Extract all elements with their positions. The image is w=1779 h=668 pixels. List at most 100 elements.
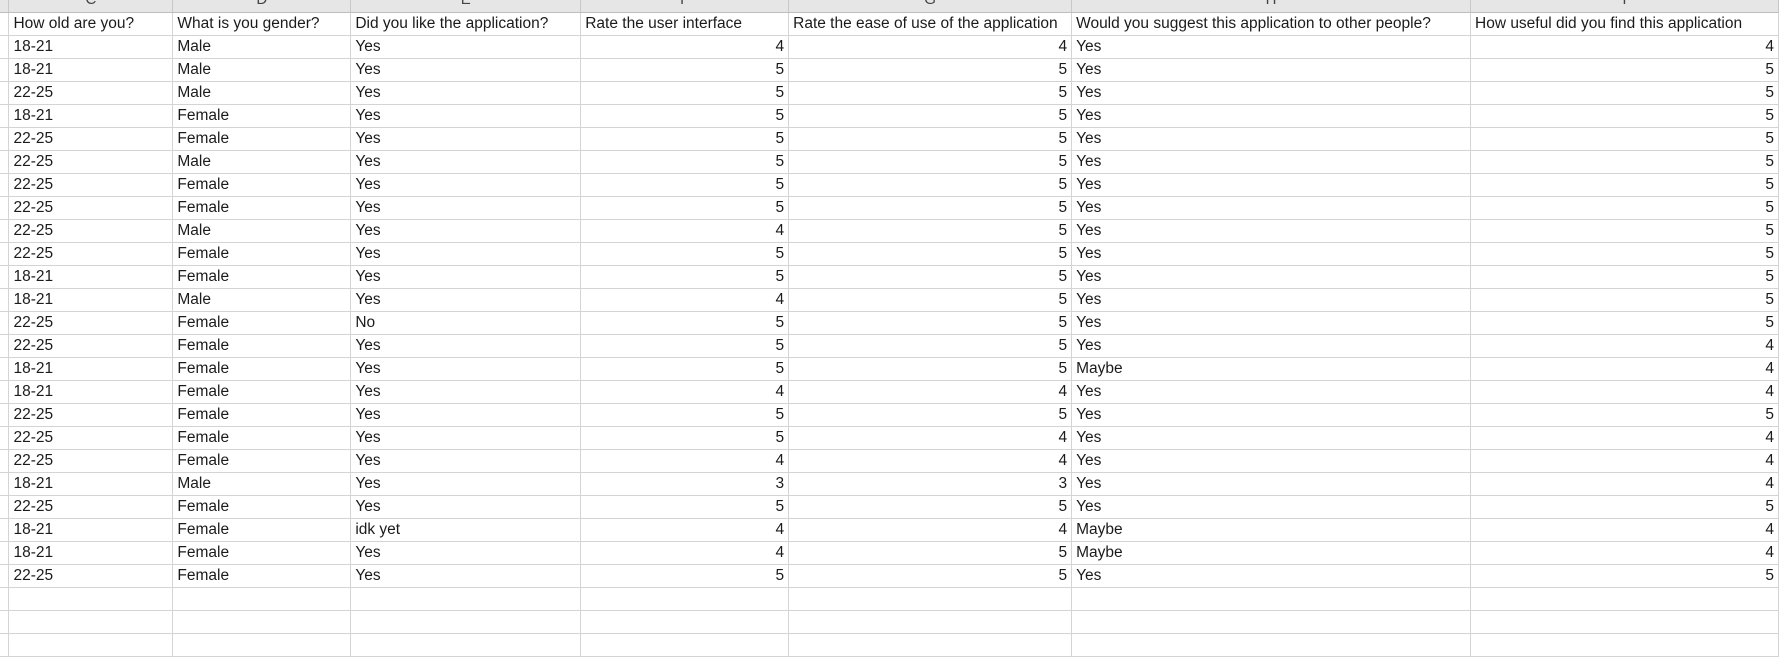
row-header[interactable] [0, 472, 10, 496]
empty-cell[interactable] [8, 587, 174, 611]
cell-rate-ui[interactable]: 4 [580, 288, 790, 312]
cell-liked-app[interactable]: Yes [350, 449, 582, 473]
cell-rate-ease[interactable]: 5 [788, 403, 1073, 427]
cell-rate-ui[interactable]: 5 [580, 242, 790, 266]
cell-liked-app[interactable]: Yes [350, 35, 582, 59]
empty-cell[interactable] [1071, 610, 1471, 634]
cell-age[interactable]: 22-25 [8, 127, 174, 151]
cell-gender[interactable]: Male [172, 35, 352, 59]
cell-rate-ease[interactable]: 4 [788, 449, 1073, 473]
cell-rate-ui[interactable]: 5 [580, 150, 790, 174]
cell-usefulness[interactable]: 5 [1470, 150, 1779, 174]
cell-gender[interactable]: Female [172, 196, 352, 220]
cell-age[interactable]: 22-25 [8, 196, 174, 220]
cell-rate-ui[interactable]: 5 [580, 265, 790, 289]
cell-rate-ease[interactable]: 5 [788, 334, 1073, 358]
cell-suggest[interactable]: Yes [1071, 219, 1471, 243]
cell-rate-ease[interactable]: 5 [788, 564, 1073, 588]
cell-gender[interactable]: Male [172, 219, 352, 243]
cell-usefulness[interactable]: 4 [1470, 426, 1779, 450]
row-header[interactable] [0, 242, 10, 266]
cell-suggest[interactable]: Yes [1071, 426, 1471, 450]
cell-age[interactable]: 18-21 [8, 380, 174, 404]
cell-age[interactable]: 18-21 [8, 58, 174, 82]
cell-usefulness[interactable]: 5 [1470, 242, 1779, 266]
cell-rate-ui[interactable]: 5 [580, 426, 790, 450]
row-header[interactable] [0, 449, 10, 473]
empty-cell[interactable] [172, 610, 352, 634]
cell-rate-ease[interactable]: 4 [788, 380, 1073, 404]
cell-suggest[interactable]: Yes [1071, 472, 1471, 496]
cell-gender[interactable]: Male [172, 288, 352, 312]
column-header-g[interactable]: G [788, 0, 1073, 13]
cell-suggest[interactable]: Yes [1071, 403, 1471, 427]
cell-suggest[interactable]: Yes [1071, 196, 1471, 220]
cell-rate-ui[interactable]: 5 [580, 403, 790, 427]
cell-rate-ease[interactable]: 5 [788, 81, 1073, 105]
row-header[interactable] [0, 357, 10, 381]
cell-usefulness[interactable]: 4 [1470, 380, 1779, 404]
cell-suggest[interactable]: Maybe [1071, 357, 1471, 381]
row-header[interactable] [0, 173, 10, 197]
cell-usefulness[interactable]: 5 [1470, 311, 1779, 335]
cell-gender[interactable]: Female [172, 449, 352, 473]
cell-rate-ease[interactable]: 5 [788, 173, 1073, 197]
row-header[interactable] [0, 380, 10, 404]
cell-age[interactable]: 22-25 [8, 449, 174, 473]
cell-suggest[interactable]: Yes [1071, 127, 1471, 151]
cell-suggest[interactable]: Yes [1071, 334, 1471, 358]
row-header[interactable] [0, 196, 10, 220]
cell-gender[interactable]: Male [172, 58, 352, 82]
cell-age[interactable]: 22-25 [8, 334, 174, 358]
cell-gender[interactable]: Female [172, 127, 352, 151]
row-header[interactable] [0, 633, 10, 657]
cell-usefulness[interactable]: 4 [1470, 357, 1779, 381]
cell-age[interactable]: 22-25 [8, 150, 174, 174]
cell-usefulness[interactable]: 5 [1470, 127, 1779, 151]
cell-gender[interactable]: Female [172, 242, 352, 266]
cell-usefulness[interactable]: 4 [1470, 334, 1779, 358]
cell-gender[interactable]: Female [172, 541, 352, 565]
cell-age[interactable]: 22-25 [8, 495, 174, 519]
cell-liked-app[interactable]: idk yet [350, 518, 582, 542]
cell-liked-app[interactable]: Yes [350, 81, 582, 105]
cell-rate-ease[interactable]: 5 [788, 58, 1073, 82]
cell-rate-ease[interactable]: 5 [788, 104, 1073, 128]
cell-age[interactable]: 22-25 [8, 311, 174, 335]
cell-rate-ui[interactable]: 5 [580, 564, 790, 588]
row-header[interactable] [0, 127, 10, 151]
cell-usefulness[interactable]: 5 [1470, 58, 1779, 82]
cell-rate-ease[interactable]: 5 [788, 196, 1073, 220]
empty-cell[interactable] [172, 633, 352, 657]
cell-liked-app[interactable]: Yes [350, 196, 582, 220]
cell-suggest[interactable]: Yes [1071, 35, 1471, 59]
empty-cell[interactable] [788, 633, 1073, 657]
cell-age[interactable]: 22-25 [8, 219, 174, 243]
empty-cell[interactable] [1470, 587, 1779, 611]
cell-age[interactable]: 18-21 [8, 35, 174, 59]
cell-rate-ease[interactable]: 5 [788, 495, 1073, 519]
cell-usefulness[interactable]: 4 [1470, 449, 1779, 473]
cell-age[interactable]: 22-25 [8, 173, 174, 197]
row-header[interactable] [0, 288, 10, 312]
row-header[interactable] [0, 150, 10, 174]
cell-age[interactable]: 22-25 [8, 81, 174, 105]
column-header-h[interactable]: H [1071, 0, 1471, 13]
cell-rate-ease[interactable]: 5 [788, 219, 1073, 243]
cell-gender[interactable]: Female [172, 403, 352, 427]
cell-liked-app[interactable]: Yes [350, 150, 582, 174]
column-header-i[interactable]: I [1470, 0, 1779, 13]
cell-liked-app[interactable]: Yes [350, 265, 582, 289]
cell-rate-ui[interactable]: 5 [580, 104, 790, 128]
empty-cell[interactable] [580, 633, 790, 657]
row-header[interactable] [0, 35, 10, 59]
cell-gender[interactable]: Female [172, 518, 352, 542]
cell-rate-ease[interactable]: 5 [788, 541, 1073, 565]
empty-cell[interactable] [1470, 610, 1779, 634]
cell-liked-app[interactable]: Yes [350, 426, 582, 450]
row-header[interactable] [0, 610, 10, 634]
cell-usefulness[interactable]: 5 [1470, 173, 1779, 197]
cell-age[interactable]: 18-21 [8, 288, 174, 312]
cell-rate-ease[interactable]: 5 [788, 288, 1073, 312]
empty-cell[interactable] [1470, 633, 1779, 657]
